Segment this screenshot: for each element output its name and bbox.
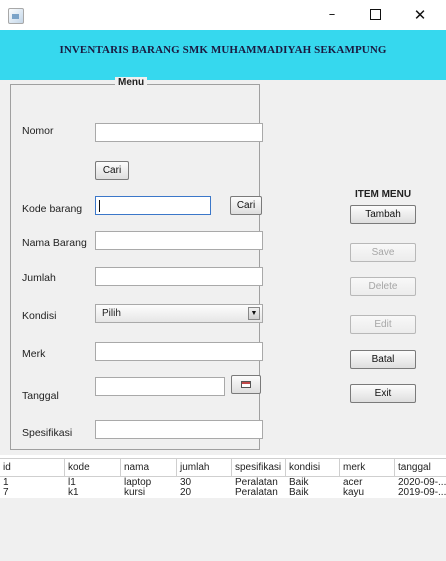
item-menu-title: ITEM MENU bbox=[354, 189, 412, 200]
title-bar: – ✕ bbox=[0, 0, 446, 30]
cell-nama: kursi bbox=[124, 487, 146, 498]
tanggal-label: Tanggal bbox=[22, 390, 59, 402]
delete-button[interactable]: Delete bbox=[350, 277, 416, 296]
kondisi-label: Kondisi bbox=[22, 310, 57, 322]
calendar-icon bbox=[241, 381, 251, 388]
table-empty-area bbox=[0, 498, 446, 561]
column-header-tanggal[interactable]: tanggal bbox=[395, 459, 446, 476]
cell-merk: kayu bbox=[343, 487, 365, 498]
column-header-kondisi[interactable]: kondisi bbox=[286, 459, 340, 476]
batal-button[interactable]: Batal bbox=[350, 350, 416, 369]
kondisi-selected-value: Pilih bbox=[102, 308, 121, 319]
cell-kode: k1 bbox=[68, 487, 79, 498]
merk-label: Merk bbox=[22, 348, 46, 360]
jumlah-field[interactable] bbox=[95, 267, 263, 286]
exit-button[interactable]: Exit bbox=[350, 384, 416, 403]
header-banner: INVENTARIS BARANG SMK MUHAMMADIYAH SEKAM… bbox=[0, 30, 446, 80]
menu-legend: Menu bbox=[115, 77, 148, 88]
close-button[interactable]: ✕ bbox=[400, 0, 440, 30]
dropdown-arrow-icon[interactable]: ▼ bbox=[248, 307, 260, 320]
column-header-spesifikasi[interactable]: spesifikasi bbox=[232, 459, 286, 476]
merk-field[interactable] bbox=[95, 342, 263, 361]
nama-barang-label: Nama Barang bbox=[22, 237, 87, 249]
minimize-button[interactable]: – bbox=[312, 0, 352, 30]
nomor-field[interactable] bbox=[95, 123, 263, 142]
jumlah-label: Jumlah bbox=[22, 272, 56, 284]
maximize-button[interactable] bbox=[355, 0, 395, 30]
cell-spesifikasi: Peralatan bbox=[235, 487, 278, 498]
column-header-nama[interactable]: nama bbox=[121, 459, 177, 476]
cell-jumlah: 20 bbox=[180, 487, 192, 498]
cell-tanggal: 2019-09-... bbox=[398, 487, 446, 498]
table-header: id kode nama jumlah spesifikasi kondisi … bbox=[0, 458, 446, 477]
date-picker-button[interactable] bbox=[231, 375, 261, 394]
column-header-id[interactable]: id bbox=[0, 459, 65, 476]
kode-cari-button[interactable]: Cari bbox=[230, 196, 262, 215]
app-window-icon bbox=[8, 8, 24, 24]
column-header-merk[interactable]: merk bbox=[340, 459, 395, 476]
tambah-button[interactable]: Tambah bbox=[350, 205, 416, 224]
edit-button[interactable]: Edit bbox=[350, 315, 416, 334]
spesifikasi-field[interactable] bbox=[95, 420, 263, 439]
cell-kondisi: Baik bbox=[289, 487, 309, 498]
kondisi-select[interactable]: Pilih ▼ bbox=[95, 304, 263, 323]
kode-barang-field[interactable] bbox=[95, 196, 211, 215]
nomor-cari-button[interactable]: Cari bbox=[95, 161, 129, 180]
spesifikasi-label: Spesifikasi bbox=[22, 427, 73, 439]
column-header-jumlah[interactable]: jumlah bbox=[177, 459, 232, 476]
column-header-kode[interactable]: kode bbox=[65, 459, 121, 476]
text-caret bbox=[99, 200, 100, 212]
save-button[interactable]: Save bbox=[350, 243, 416, 262]
page-title: INVENTARIS BARANG SMK MUHAMMADIYAH SEKAM… bbox=[59, 44, 387, 56]
table-row[interactable]: 7 k1 kursi 20 Peralatan Baik kayu 2019-0… bbox=[0, 487, 446, 498]
tanggal-field[interactable] bbox=[95, 377, 225, 396]
maximize-icon bbox=[369, 8, 381, 20]
cell-id: 7 bbox=[3, 487, 9, 498]
nama-barang-field[interactable] bbox=[95, 231, 263, 250]
nomor-label: Nomor bbox=[22, 125, 54, 137]
kode-barang-label: Kode barang bbox=[22, 203, 83, 215]
